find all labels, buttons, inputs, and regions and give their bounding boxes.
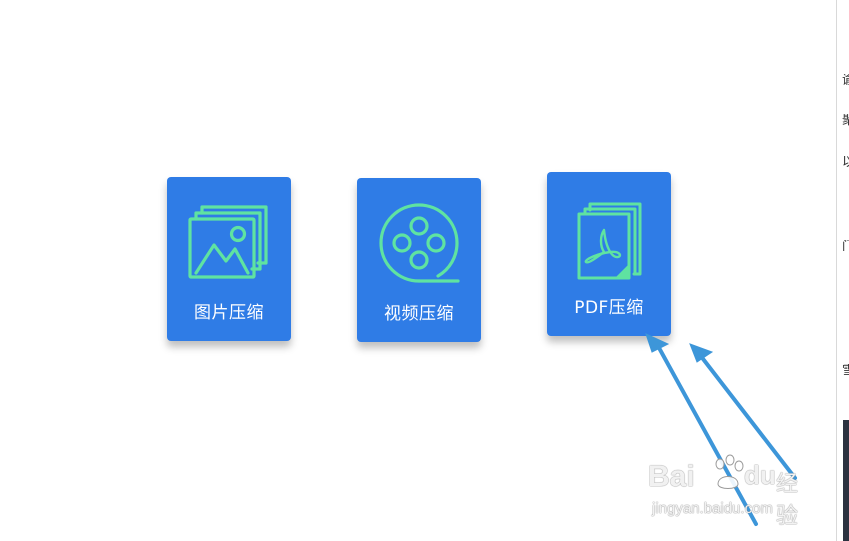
arrow-head-left bbox=[645, 333, 670, 353]
watermark-logo-du: du bbox=[744, 460, 776, 490]
edge-text-4: 门 bbox=[842, 240, 849, 254]
pdf-document-icon bbox=[577, 202, 642, 280]
edge-text-3: 以 bbox=[842, 156, 849, 170]
arrow-head-right bbox=[689, 343, 714, 363]
edge-text-5: 雪 bbox=[842, 364, 849, 378]
watermark-logo-bai: Bai bbox=[648, 460, 695, 493]
video-compress-button[interactable]: 视频压缩 bbox=[357, 178, 481, 342]
pdf-compress-button[interactable]: PDF压缩 bbox=[547, 172, 671, 336]
paw-icon bbox=[715, 454, 744, 489]
baidu-jingyan-watermark: Bai du 经验 jingyan.baidu.com bbox=[648, 452, 808, 529]
watermark-name: 经验 bbox=[776, 472, 799, 529]
edge-text-1: 谕 bbox=[842, 74, 849, 88]
pdf-compress-label: PDF压缩 bbox=[574, 298, 644, 318]
edge-text-2: 聚 bbox=[842, 114, 849, 128]
image-gallery-icon bbox=[188, 205, 268, 279]
video-compress-label: 视频压缩 bbox=[384, 304, 454, 324]
image-compress-button[interactable]: 图片压缩 bbox=[167, 177, 291, 341]
film-reel-icon bbox=[379, 203, 460, 283]
watermark-url: jingyan.baidu.com bbox=[652, 500, 773, 517]
adjacent-dark-block bbox=[843, 420, 849, 541]
image-compress-label: 图片压缩 bbox=[194, 303, 264, 323]
